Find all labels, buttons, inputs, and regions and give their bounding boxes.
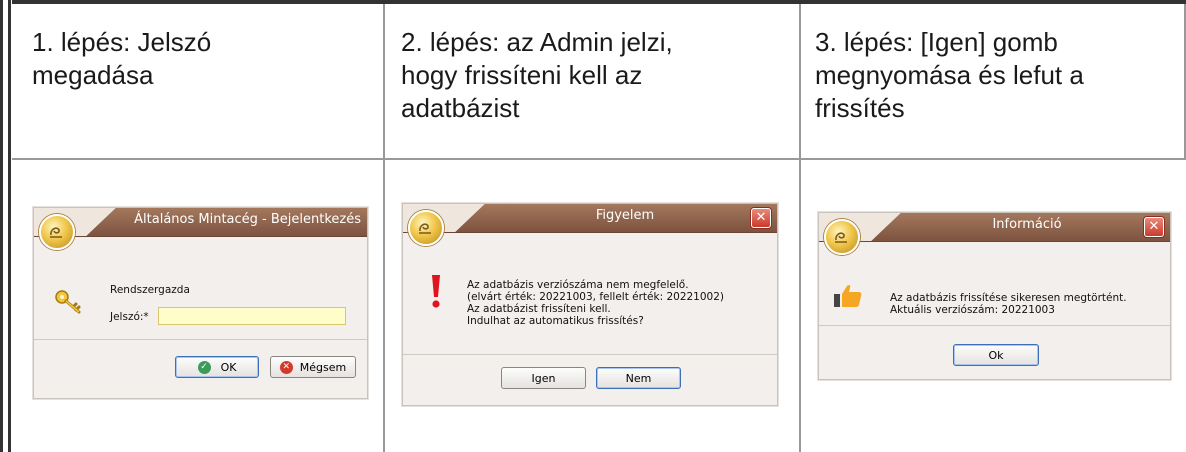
username-label: Rendszergazda [110,284,190,296]
row-divider [12,158,1186,160]
key-icon [54,289,84,320]
warning-dialog-title: Figyelem [595,208,655,223]
table-top-border [12,0,1186,4]
login-dialog-title: Általános Mintacég - Bejelentkezés [134,212,361,227]
info-dialog: Információ ✕ Az adatbázis frissítése sik… [818,212,1171,380]
info-dialog-title: Információ [992,217,1062,232]
exclamation-icon [431,274,441,313]
dialog-separator [819,325,1170,326]
no-button[interactable]: Nem [596,367,681,389]
step-3-header: 3. lépés: [Igen] gomb megnyomása és lefut… [815,27,1084,123]
close-icon[interactable]: ✕ [751,208,771,228]
password-label: Jelszó:* [110,311,149,323]
table-left-border-inner [8,0,11,452]
app-logo-icon [824,219,860,255]
app-logo-icon [408,210,444,246]
warning-dialog: Figyelem ✕ Az adatbázis verziószáma nem … [402,203,778,406]
ok-button[interactable]: ✓ OK [175,356,259,378]
close-icon[interactable]: ✕ [1144,217,1164,237]
info-message: Az adatbázis frissítése sikeresen megtör… [890,292,1127,316]
info-dialog-titlebar[interactable]: Információ ✕ [819,213,1170,242]
login-dialog-titlebar[interactable]: Általános Mintacég - Bejelentkezés [34,208,367,237]
thumbs-up-icon [833,283,863,314]
check-icon: ✓ [197,360,211,374]
ok-button[interactable]: Ok [953,344,1039,366]
column-divider [383,0,385,452]
dialog-separator [403,354,777,355]
login-dialog: Általános Mintacég - Bejelentkezés Rends… [33,207,368,399]
step-1-header: 1. lépés: Jelszó megadása [32,27,212,90]
cancel-icon: ✕ [279,360,293,374]
warning-dialog-titlebar[interactable]: Figyelem ✕ [403,204,777,233]
app-logo-icon [39,214,75,250]
cancel-button[interactable]: ✕ Mégsem [270,356,356,378]
password-input[interactable] [158,307,346,325]
yes-button[interactable]: Igen [501,367,586,389]
table-left-border [0,0,3,452]
warning-message: Az adatbázis verziószáma nem megfelelő. … [467,279,724,327]
dialog-separator [34,339,367,340]
column-divider [799,0,801,452]
step-2-header: 2. lépés: az Admin jelzi, hogy frissíteni… [401,27,673,123]
